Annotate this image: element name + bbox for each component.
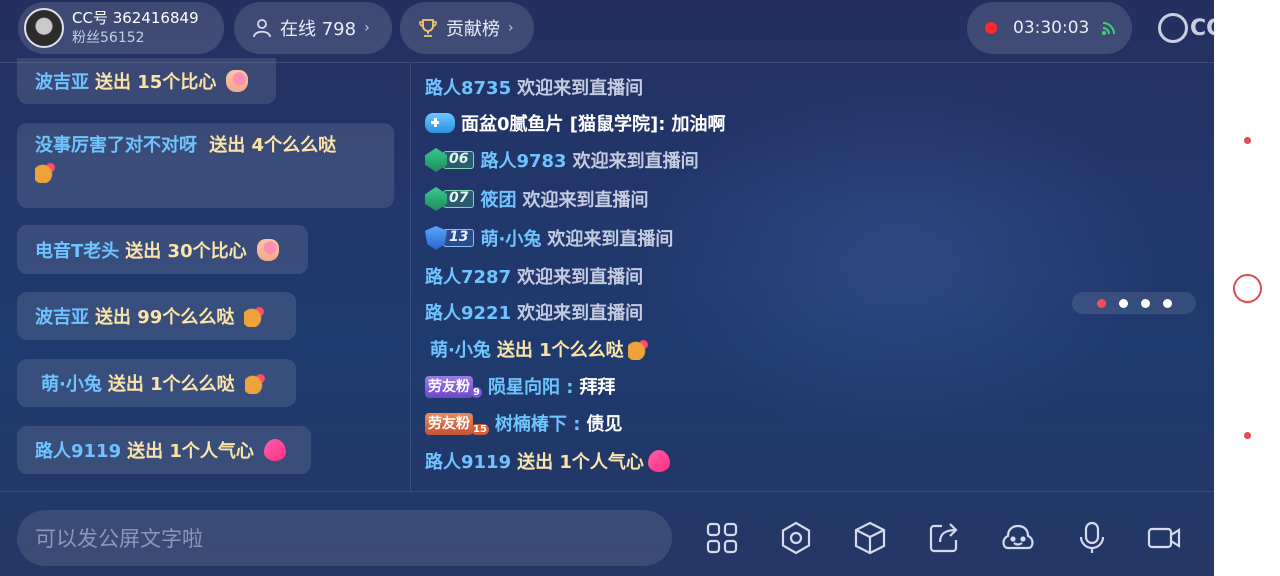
game-icon[interactable] [1000, 520, 1036, 556]
kiss-duck-icon [244, 372, 267, 394]
chevron-right-icon: › [364, 20, 370, 36]
cc-id: CC号 362416849 [72, 9, 199, 27]
record-dot-icon [1244, 137, 1251, 144]
level-badge: 06 [425, 148, 475, 172]
chat-message[interactable]: 萌·小兔 送出 1个么么哒 [430, 334, 650, 364]
chat-message[interactable]: 07 筱团 欢迎来到直播间 [425, 184, 648, 214]
gift-message[interactable]: 电音T老头 送出 30个比心 [17, 225, 308, 274]
chat-message[interactable]: 路人7287 欢迎来到直播间 [425, 261, 643, 291]
fans-count: 粉丝56152 [72, 30, 145, 46]
avatar[interactable] [24, 8, 64, 48]
rank-label: 贡献榜 [446, 19, 500, 40]
chat-message[interactable]: 13 萌·小兔 欢迎来到直播间 [425, 223, 673, 253]
recording-dot-icon [985, 22, 997, 34]
carousel-dot[interactable] [1118, 298, 1128, 308]
chat-input[interactable]: 可以发公屏文字啦 [17, 510, 672, 566]
record-dot-icon [1244, 432, 1251, 439]
gamepad-icon [425, 113, 455, 133]
live-timer: 03:30:03 [967, 2, 1132, 54]
online-count: 在线 798 [280, 19, 357, 40]
carousel-indicator[interactable] [1072, 292, 1196, 314]
divider [0, 491, 1214, 492]
heart-icon [647, 450, 670, 472]
contribution-rank-button[interactable]: 贡献榜 › [400, 2, 534, 54]
camera-icon[interactable] [1146, 520, 1182, 556]
cc-logo: CC [1158, 10, 1214, 46]
chat-message[interactable]: 路人8735 欢迎来到直播间 [425, 72, 643, 102]
trophy-icon [419, 19, 437, 37]
gift-message[interactable]: 萌·小兔 送出 1个么么哒 [17, 359, 296, 407]
kiss-duck-icon [35, 161, 57, 183]
timer-value: 03:30:03 [1013, 18, 1090, 38]
kiss-duck-icon [627, 338, 650, 360]
fan-badge: 劳友粉 15 [425, 411, 489, 435]
chat-message[interactable]: 劳友粉 9 陨星向阳 : 拜拜 [425, 371, 615, 401]
fan-badge: 劳友粉 9 [425, 374, 482, 398]
gift-message[interactable]: 路人9119 送出 1个人气心 [17, 426, 311, 474]
share-icon[interactable] [926, 520, 962, 556]
level-badge: 13 [425, 226, 475, 250]
carousel-dot[interactable] [1096, 298, 1106, 308]
box-icon[interactable] [852, 520, 888, 556]
settings-icon[interactable] [778, 520, 814, 556]
online-count-button[interactable]: 在线 798 › [234, 2, 392, 54]
logo-mark-icon [1158, 13, 1188, 43]
chat-message[interactable]: 路人9119 送出 1个人气心 [425, 446, 670, 476]
chat-input-placeholder: 可以发公屏文字啦 [35, 527, 203, 551]
level-badge: 07 [425, 187, 475, 211]
record-button[interactable] [1233, 274, 1262, 303]
chat-message[interactable]: 面盆0腻鱼片 [猫鼠学院]: 加油啊 [425, 108, 725, 138]
signal-icon [1102, 22, 1116, 35]
carousel-dot[interactable] [1140, 298, 1150, 308]
grid-icon[interactable] [704, 520, 740, 556]
divider [410, 63, 411, 491]
carousel-dot[interactable] [1162, 298, 1172, 308]
gift-message[interactable]: 没事厉害了对不对呀 送出 4个么么哒 [17, 123, 394, 208]
kiss-duck-icon [244, 305, 267, 327]
heart-icon [263, 439, 286, 461]
chat-message[interactable]: 路人9221 欢迎来到直播间 [425, 297, 643, 327]
user-icon [253, 19, 271, 38]
chat-message[interactable]: 06 路人9783 欢迎来到直播间 [425, 145, 699, 175]
finger-heart-icon [256, 238, 279, 261]
live-room-panel: CC号 362416849 粉丝56152 在线 798 › 贡献榜 › 03:… [0, 0, 1214, 576]
gift-message[interactable]: 波吉亚 送出 15个比心 [17, 58, 276, 104]
finger-heart-icon [226, 70, 249, 92]
chat-message[interactable]: 劳友粉 15 树楠椿下 : 债见 [425, 408, 622, 438]
chevron-right-icon: › [508, 20, 514, 36]
mic-icon[interactable] [1074, 520, 1110, 556]
gift-message[interactable]: 波吉亚 送出 99个么么哒 [17, 292, 296, 340]
anchor-profile[interactable]: CC号 362416849 粉丝56152 [18, 2, 224, 54]
